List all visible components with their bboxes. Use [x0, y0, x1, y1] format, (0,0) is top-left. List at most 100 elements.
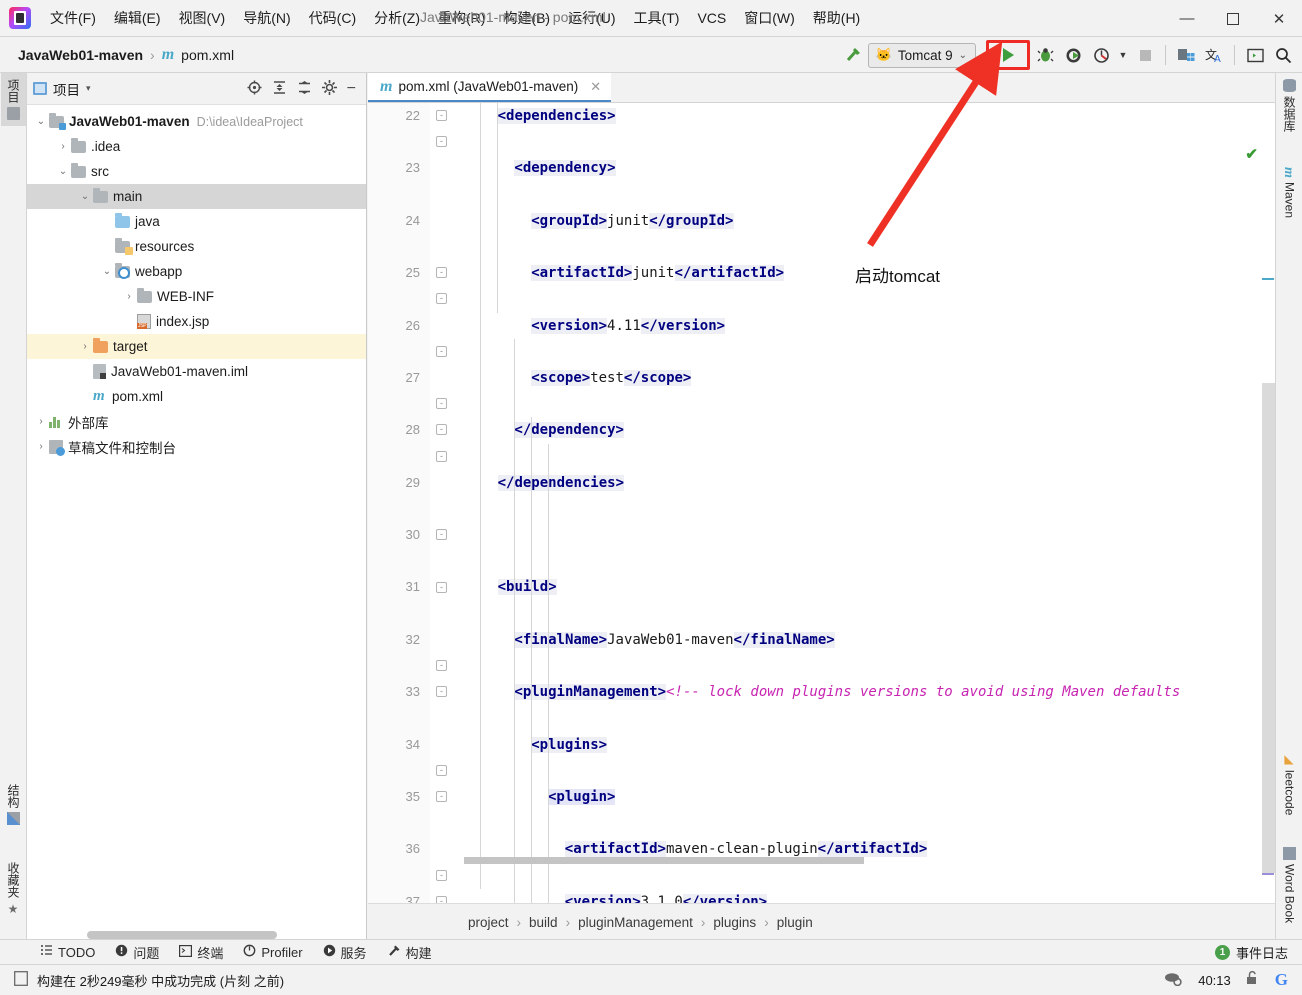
- locate-icon[interactable]: [247, 80, 262, 98]
- bottom-item-terminal[interactable]: 终端: [179, 943, 223, 962]
- fold-marker[interactable]: -: [436, 765, 447, 776]
- run-button[interactable]: [986, 40, 1030, 70]
- sidebar-item-structure[interactable]: 结构: [1, 778, 26, 831]
- breadcrumb-pluginmanagement[interactable]: pluginManagement: [578, 915, 693, 930]
- chevron-right-icon[interactable]: ›: [33, 441, 49, 452]
- tree-node-main[interactable]: ⌄ main: [27, 184, 366, 209]
- fold-marker[interactable]: -: [436, 450, 447, 462]
- tree-node-webapp[interactable]: ⌄ webapp: [27, 259, 366, 284]
- menu-run[interactable]: 运行(U): [559, 4, 624, 32]
- menu-tools[interactable]: 工具(T): [625, 4, 689, 32]
- sidebar-item-maven[interactable]: m Maven: [1277, 161, 1302, 224]
- editor-vertical-scrollbar[interactable]: [1262, 383, 1275, 873]
- tree-node-web-inf[interactable]: › WEB-INF: [27, 284, 366, 309]
- menu-vcs[interactable]: VCS: [688, 6, 735, 30]
- fold-marker[interactable]: -: [436, 398, 447, 410]
- menu-help[interactable]: 帮助(H): [804, 4, 869, 32]
- sidebar-item-project[interactable]: 项目: [1, 73, 26, 126]
- breadcrumb-build[interactable]: build: [529, 915, 558, 930]
- chevron-down-icon[interactable]: ⌄: [77, 191, 93, 202]
- build-project-icon[interactable]: [840, 42, 866, 68]
- fold-marker[interactable]: -: [436, 424, 447, 436]
- tree-node-src[interactable]: ⌄ src: [27, 159, 366, 184]
- tree-node-java[interactable]: java: [27, 209, 366, 234]
- fold-marker[interactable]: -: [436, 581, 447, 593]
- menu-edit[interactable]: 编辑(E): [105, 4, 170, 32]
- fold-marker[interactable]: -: [436, 267, 447, 279]
- menu-refactor[interactable]: 重构(R): [429, 4, 494, 32]
- chevron-right-icon[interactable]: ›: [121, 291, 137, 302]
- profiler-dropdown-icon[interactable]: ▼: [1116, 42, 1130, 68]
- code-line[interactable]: 34 <plugins>: [368, 732, 1275, 758]
- maximize-button[interactable]: [1210, 0, 1256, 37]
- debug-button[interactable]: [1032, 42, 1058, 68]
- fold-marker[interactable]: -: [436, 791, 447, 803]
- code-line[interactable]: 31 <build>: [368, 574, 1275, 600]
- chevron-right-icon[interactable]: ›: [33, 416, 49, 427]
- code-line[interactable]: 26 <version>4.11</version>: [368, 313, 1275, 339]
- tree-node-javaweb01-maven-iml[interactable]: JavaWeb01-maven.iml: [27, 359, 366, 384]
- run-with-coverage-button[interactable]: [1060, 42, 1086, 68]
- hide-icon[interactable]: −: [347, 80, 356, 96]
- menu-file[interactable]: 文件(F): [41, 4, 105, 32]
- code-line[interactable]: 28 </dependency>: [368, 417, 1275, 443]
- bottom-item-profiler[interactable]: Profiler: [243, 944, 303, 960]
- fold-marker[interactable]: -: [436, 686, 447, 698]
- chevron-down-icon[interactable]: ⌄: [33, 116, 49, 127]
- tree-node-resources[interactable]: resources: [27, 234, 366, 259]
- project-panel-scrollbar[interactable]: [87, 931, 277, 939]
- update-application-button[interactable]: [1173, 42, 1199, 68]
- expand-all-icon[interactable]: [272, 80, 287, 98]
- inspection-status-icon[interactable]: ✔: [1245, 145, 1258, 163]
- breadcrumb-project[interactable]: project: [468, 915, 509, 930]
- run-configuration-selector[interactable]: 🐱 Tomcat 9 ⌄: [867, 42, 976, 68]
- code-line[interactable]: 27 <scope>test</scope>: [368, 365, 1275, 391]
- profiler-button[interactable]: [1088, 42, 1114, 68]
- search-everywhere-button[interactable]: [1270, 42, 1296, 68]
- terminal-button[interactable]: [1242, 42, 1268, 68]
- tree-node-index-jsp[interactable]: index.jsp: [27, 309, 366, 334]
- chevron-down-icon[interactable]: ⌄: [99, 266, 115, 277]
- fold-marker[interactable]: -: [436, 869, 447, 881]
- fold-marker[interactable]: -: [436, 529, 447, 541]
- code-line[interactable]: 24 <groupId>junit</groupId>: [368, 208, 1275, 234]
- tree-node-idea[interactable]: › .idea: [27, 134, 366, 159]
- caret-position[interactable]: 40:13: [1198, 973, 1231, 988]
- breadcrumb-plugins[interactable]: plugins: [713, 915, 756, 930]
- event-log-button[interactable]: 1 事件日志: [1214, 943, 1302, 962]
- sidebar-item-database[interactable]: 数据库: [1277, 73, 1302, 138]
- unlocked-icon[interactable]: [1246, 970, 1260, 989]
- fold-marker[interactable]: -: [436, 896, 447, 903]
- menu-analyze[interactable]: 分析(Z): [365, 4, 429, 32]
- bottom-item-services[interactable]: 服务: [323, 943, 367, 962]
- menu-navigate[interactable]: 导航(N): [234, 4, 299, 32]
- chevron-right-icon[interactable]: ›: [55, 141, 71, 152]
- stop-button[interactable]: [1132, 42, 1158, 68]
- translate-button[interactable]: 文A: [1201, 42, 1227, 68]
- menu-window[interactable]: 窗口(W): [735, 4, 804, 32]
- google-icon[interactable]: G: [1275, 970, 1288, 990]
- code-line[interactable]: 32 <finalName>JavaWeb01-maven</finalName>: [368, 627, 1275, 653]
- memory-icon[interactable]: [1164, 971, 1183, 989]
- fold-marker[interactable]: -: [436, 660, 447, 672]
- tree-node-javaweb01-maven[interactable]: ⌄ JavaWeb01-maven D:\idea\IdeaProject: [27, 109, 366, 134]
- menu-code[interactable]: 代码(C): [300, 4, 365, 32]
- tab-pom-xml[interactable]: m pom.xml (JavaWeb01-maven) ✕: [368, 73, 612, 102]
- bottom-item-problems[interactable]: 问题: [115, 943, 159, 962]
- code-line[interactable]: 23 <dependency>: [368, 155, 1275, 181]
- collapse-all-icon[interactable]: [297, 80, 312, 98]
- code-line[interactable]: 37 <version>3.1.0</version>: [368, 889, 1275, 903]
- close-button[interactable]: ✕: [1256, 0, 1302, 37]
- navbar-project[interactable]: JavaWeb01-maven: [18, 47, 143, 63]
- bottom-item-build[interactable]: 构建: [387, 943, 432, 962]
- chevron-down-icon[interactable]: ⌄: [55, 166, 71, 177]
- code-editor[interactable]: 22 <dependencies> 23 <dependency> 24 <groupId…: [368, 103, 1275, 903]
- menu-build[interactable]: 构建(B): [494, 4, 559, 32]
- tree-node-pom-xml[interactable]: m pom.xml: [27, 384, 366, 409]
- tree-node-target[interactable]: › target: [27, 334, 366, 359]
- code-line[interactable]: 25 <artifactId>junit</artifactId>: [368, 260, 1275, 286]
- fold-gutter[interactable]: - - - - - - - - - - - - - - - -: [430, 103, 458, 903]
- tree-node-[interactable]: › 草稿文件和控制台: [27, 434, 366, 459]
- fold-marker[interactable]: -: [436, 345, 447, 357]
- navbar-file[interactable]: pom.xml: [181, 47, 234, 63]
